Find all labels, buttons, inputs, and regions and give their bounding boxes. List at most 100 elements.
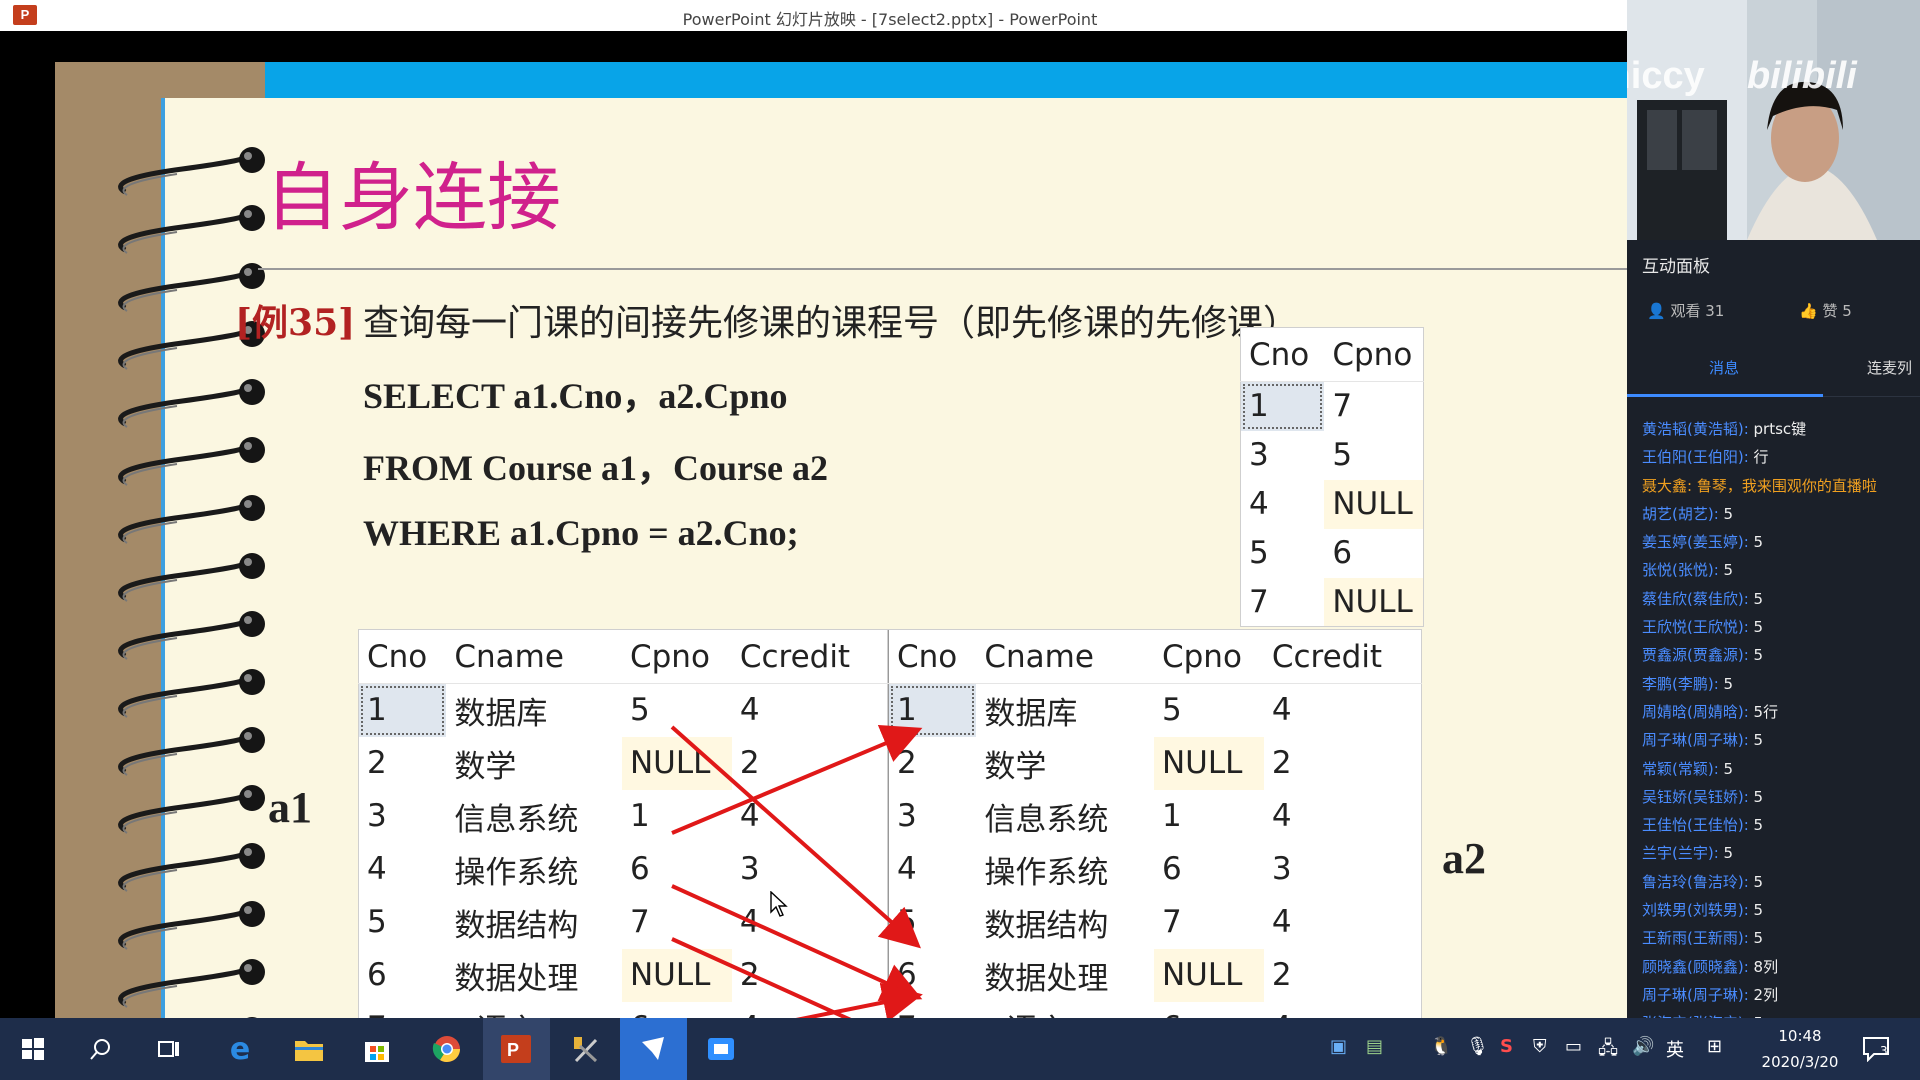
task-view-icon[interactable]: [150, 1030, 188, 1068]
chat-text: 5: [1748, 901, 1764, 920]
network-icon[interactable]: 🖧: [1598, 1036, 1618, 1066]
table-cell: NULL: [1153, 736, 1264, 790]
chat-username[interactable]: 鲁洁玲(鲁洁玲):: [1642, 873, 1749, 891]
meeting-app-icon[interactable]: [702, 1030, 740, 1068]
sql-from-line: FROM Course a1，Course a2: [363, 448, 828, 488]
table-cell: NULL: [1324, 479, 1424, 529]
thumbs-up-icon: 👍: [1799, 302, 1818, 320]
start-windows-icon[interactable]: [14, 1030, 52, 1068]
table-cell: 1: [358, 683, 447, 737]
table-cell: 4: [1271, 692, 1292, 729]
table-cell: 3: [739, 851, 760, 887]
heading-divider: [258, 268, 1627, 270]
chat-username[interactable]: 姜玉婷(姜玉婷):: [1642, 533, 1749, 551]
ime-language[interactable]: 英: [1666, 1036, 1684, 1062]
chat-message: 吴钰娇(吴钰娇): 5: [1642, 786, 1920, 814]
table-cell: 1: [1161, 798, 1182, 834]
column-header: Cno: [1240, 327, 1325, 382]
tray-app-icon-1[interactable]: ▣: [1330, 1036, 1347, 1057]
chat-username[interactable]: 聂大鑫:: [1642, 477, 1692, 495]
table-cell: NULL: [621, 948, 732, 1002]
tab-mic-list[interactable]: 连麦列: [1867, 357, 1912, 378]
chat-message: 黄浩韬(黄浩韬): prtsc键: [1642, 418, 1920, 446]
chat-username[interactable]: 张悦(张悦):: [1642, 561, 1719, 579]
chat-username[interactable]: 蔡佳欣(蔡佳欣):: [1642, 590, 1749, 608]
webcam-image: [1627, 0, 1920, 240]
table-row: 4 操作系统 6 3: [889, 843, 1422, 896]
chat-username[interactable]: 王新雨(王新雨):: [1642, 929, 1749, 947]
slide-heading: 自身连接: [265, 155, 561, 241]
chat-username[interactable]: 兰宇(兰宇):: [1642, 844, 1719, 862]
shield-icon[interactable]: ⛨: [1533, 1036, 1547, 1057]
chat-username[interactable]: 王佳怡(王佳怡):: [1642, 816, 1749, 834]
table-cell: 4: [1271, 798, 1292, 834]
table-cell: 2: [1271, 957, 1292, 993]
chat-username[interactable]: 顾晓鑫(顾晓鑫):: [1642, 958, 1749, 976]
chat-username[interactable]: 李鹏(李鹏):: [1642, 675, 1719, 693]
chat-username[interactable]: 周子琳(周子琳):: [1642, 731, 1749, 749]
sogou-input-icon[interactable]: S: [1500, 1036, 1513, 1057]
slide-top-bar: [265, 62, 1627, 98]
table-row: 2 数学 NULL 2: [889, 736, 1422, 790]
volume-icon[interactable]: 🔊: [1632, 1036, 1654, 1057]
store-icon[interactable]: [358, 1030, 396, 1068]
clock-time: 10:48: [1778, 1027, 1822, 1045]
chat-message-list[interactable]: 黄浩韬(黄浩韬): prtsc键 王伯阳(王伯阳): 行聂大鑫: 鲁琴，我来围观你…: [1642, 418, 1920, 1041]
tab-messages[interactable]: 消息: [1709, 357, 1739, 378]
chat-username[interactable]: 周子琳(周子琳):: [1642, 986, 1749, 1004]
column-header: Ccredit: [731, 629, 888, 684]
chat-username[interactable]: 王欣悦(王欣悦):: [1642, 618, 1749, 636]
chat-text: prtsc键: [1748, 420, 1807, 438]
sql-where-line: WHERE a1.Cpno = a2.Cno;: [363, 513, 799, 553]
ime-mode-icon[interactable]: ⊞: [1707, 1036, 1722, 1057]
table-cell: 数学: [454, 748, 517, 785]
table-cell: 2: [367, 745, 387, 781]
chat-text: 8列: [1748, 957, 1779, 976]
table-cell: 数据处理: [984, 960, 1109, 997]
chat-text: 行: [1748, 448, 1769, 467]
table-cell: 5: [1332, 437, 1353, 473]
course-table-a1: Cno Cname Cpno Ccredit 1 数据库 5 4 2 数学 NULL 2 3 信息系统 1 4…: [358, 629, 888, 1055]
like-count[interactable]: 👍 赞 5: [1799, 300, 1852, 321]
chat-username[interactable]: 胡艺(胡艺):: [1642, 505, 1719, 523]
spiral-coil: [118, 669, 265, 718]
live-app-icon[interactable]: [634, 1030, 672, 1068]
chat-username[interactable]: 黄浩韬(黄浩韬):: [1642, 420, 1749, 438]
edge-browser-icon[interactable]: e: [221, 1030, 259, 1068]
system-clock[interactable]: 10:48 2020/3/20: [1745, 1023, 1855, 1075]
chat-message: 王新雨(王新雨): 5: [1642, 927, 1920, 955]
file-explorer-icon[interactable]: [290, 1030, 328, 1068]
notification-center-icon[interactable]: 3: [1862, 1036, 1892, 1067]
chat-username[interactable]: 常颖(常颖):: [1642, 760, 1719, 778]
spiral-binding: [118, 147, 265, 1022]
chat-username[interactable]: 贾鑫源(贾鑫源):: [1642, 646, 1749, 664]
chat-text: 5: [1748, 533, 1764, 552]
spiral-coil: [118, 727, 265, 776]
chat-text: 5: [1748, 646, 1764, 665]
chat-username[interactable]: 刘轶男(刘轶男):: [1642, 901, 1749, 919]
column-header: Cpno: [621, 629, 732, 684]
chat-text: 5: [1718, 561, 1734, 580]
chat-username[interactable]: 王伯阳(王伯阳):: [1642, 448, 1749, 466]
live-side-panel: lniccy bilibili 互动面板 👤 观看 31 👍 赞 5 消息 连麦…: [1627, 0, 1920, 1032]
table-cell: NULL: [1153, 948, 1264, 1002]
chat-text: 5: [1748, 929, 1764, 948]
notification-count: 3: [1880, 1044, 1888, 1058]
alias-label-a2: a2: [1442, 834, 1486, 883]
qq-icon[interactable]: 🐧: [1430, 1036, 1452, 1057]
table-cell: 4: [367, 851, 387, 887]
chat-username[interactable]: 周婧晗(周婧晗):: [1642, 703, 1749, 721]
battery-icon[interactable]: ▭: [1565, 1036, 1582, 1057]
chat-text: 5: [1748, 589, 1764, 608]
windows-taskbar: e P ▣ ▤ 🐧 🎙 S ⛨ ▭ 🖧 🔊 英 ⊞ 10:48 2020/3/2…: [0, 1018, 1920, 1080]
course-table-a2: Cno Cname Cpno Ccredit 1 数据库 5 4 2 数学 NULL 2 3 信息系统 1 4…: [888, 629, 1422, 1055]
chrome-icon[interactable]: [428, 1030, 466, 1068]
table-row: 6 数据处理 NULL 2: [359, 948, 888, 1002]
tray-app-icon-2[interactable]: ▤: [1366, 1036, 1383, 1057]
tools-icon[interactable]: [566, 1030, 604, 1068]
search-icon[interactable]: [82, 1030, 120, 1068]
powerpoint-icon[interactable]: P: [497, 1030, 535, 1068]
microphone-icon[interactable]: 🎙: [1466, 1036, 1489, 1057]
table-cell: 2: [739, 957, 760, 993]
chat-username[interactable]: 吴钰娇(吴钰娇):: [1642, 788, 1749, 806]
